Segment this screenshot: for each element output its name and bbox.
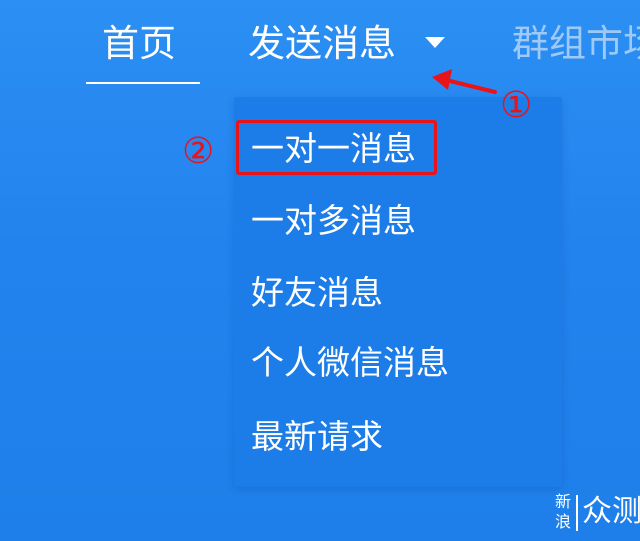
menu-item-one-to-many[interactable]: 一对多消息 bbox=[251, 199, 416, 243]
watermark-logo: 新 浪 众测 bbox=[552, 492, 640, 534]
watermark-char-top: 新 bbox=[554, 492, 571, 511]
watermark-vertical-text: 新 浪 bbox=[552, 492, 574, 532]
annotation-highlight-box bbox=[236, 120, 437, 175]
caret-down-icon[interactable] bbox=[425, 37, 445, 48]
annotation-step-2: ② bbox=[182, 131, 215, 172]
menu-item-latest-requests[interactable]: 最新请求 bbox=[251, 415, 383, 459]
watermark-divider bbox=[576, 495, 578, 531]
menu-item-personal-wechat[interactable]: 个人微信消息 bbox=[251, 341, 449, 385]
nav-home-active-underline bbox=[86, 82, 200, 84]
watermark-char-bottom: 浪 bbox=[554, 512, 571, 531]
annotation-step-1: ① bbox=[500, 85, 533, 126]
watermark-brand: 众测 bbox=[582, 494, 640, 529]
nav-send-message[interactable]: 发送消息 bbox=[248, 18, 396, 70]
menu-item-friend-message[interactable]: 好友消息 bbox=[251, 271, 383, 315]
nav-group-market[interactable]: 群组市场 bbox=[512, 18, 640, 70]
top-navigation: 首页 发送消息 群组市场 bbox=[0, 0, 640, 100]
nav-home[interactable]: 首页 bbox=[102, 18, 176, 70]
